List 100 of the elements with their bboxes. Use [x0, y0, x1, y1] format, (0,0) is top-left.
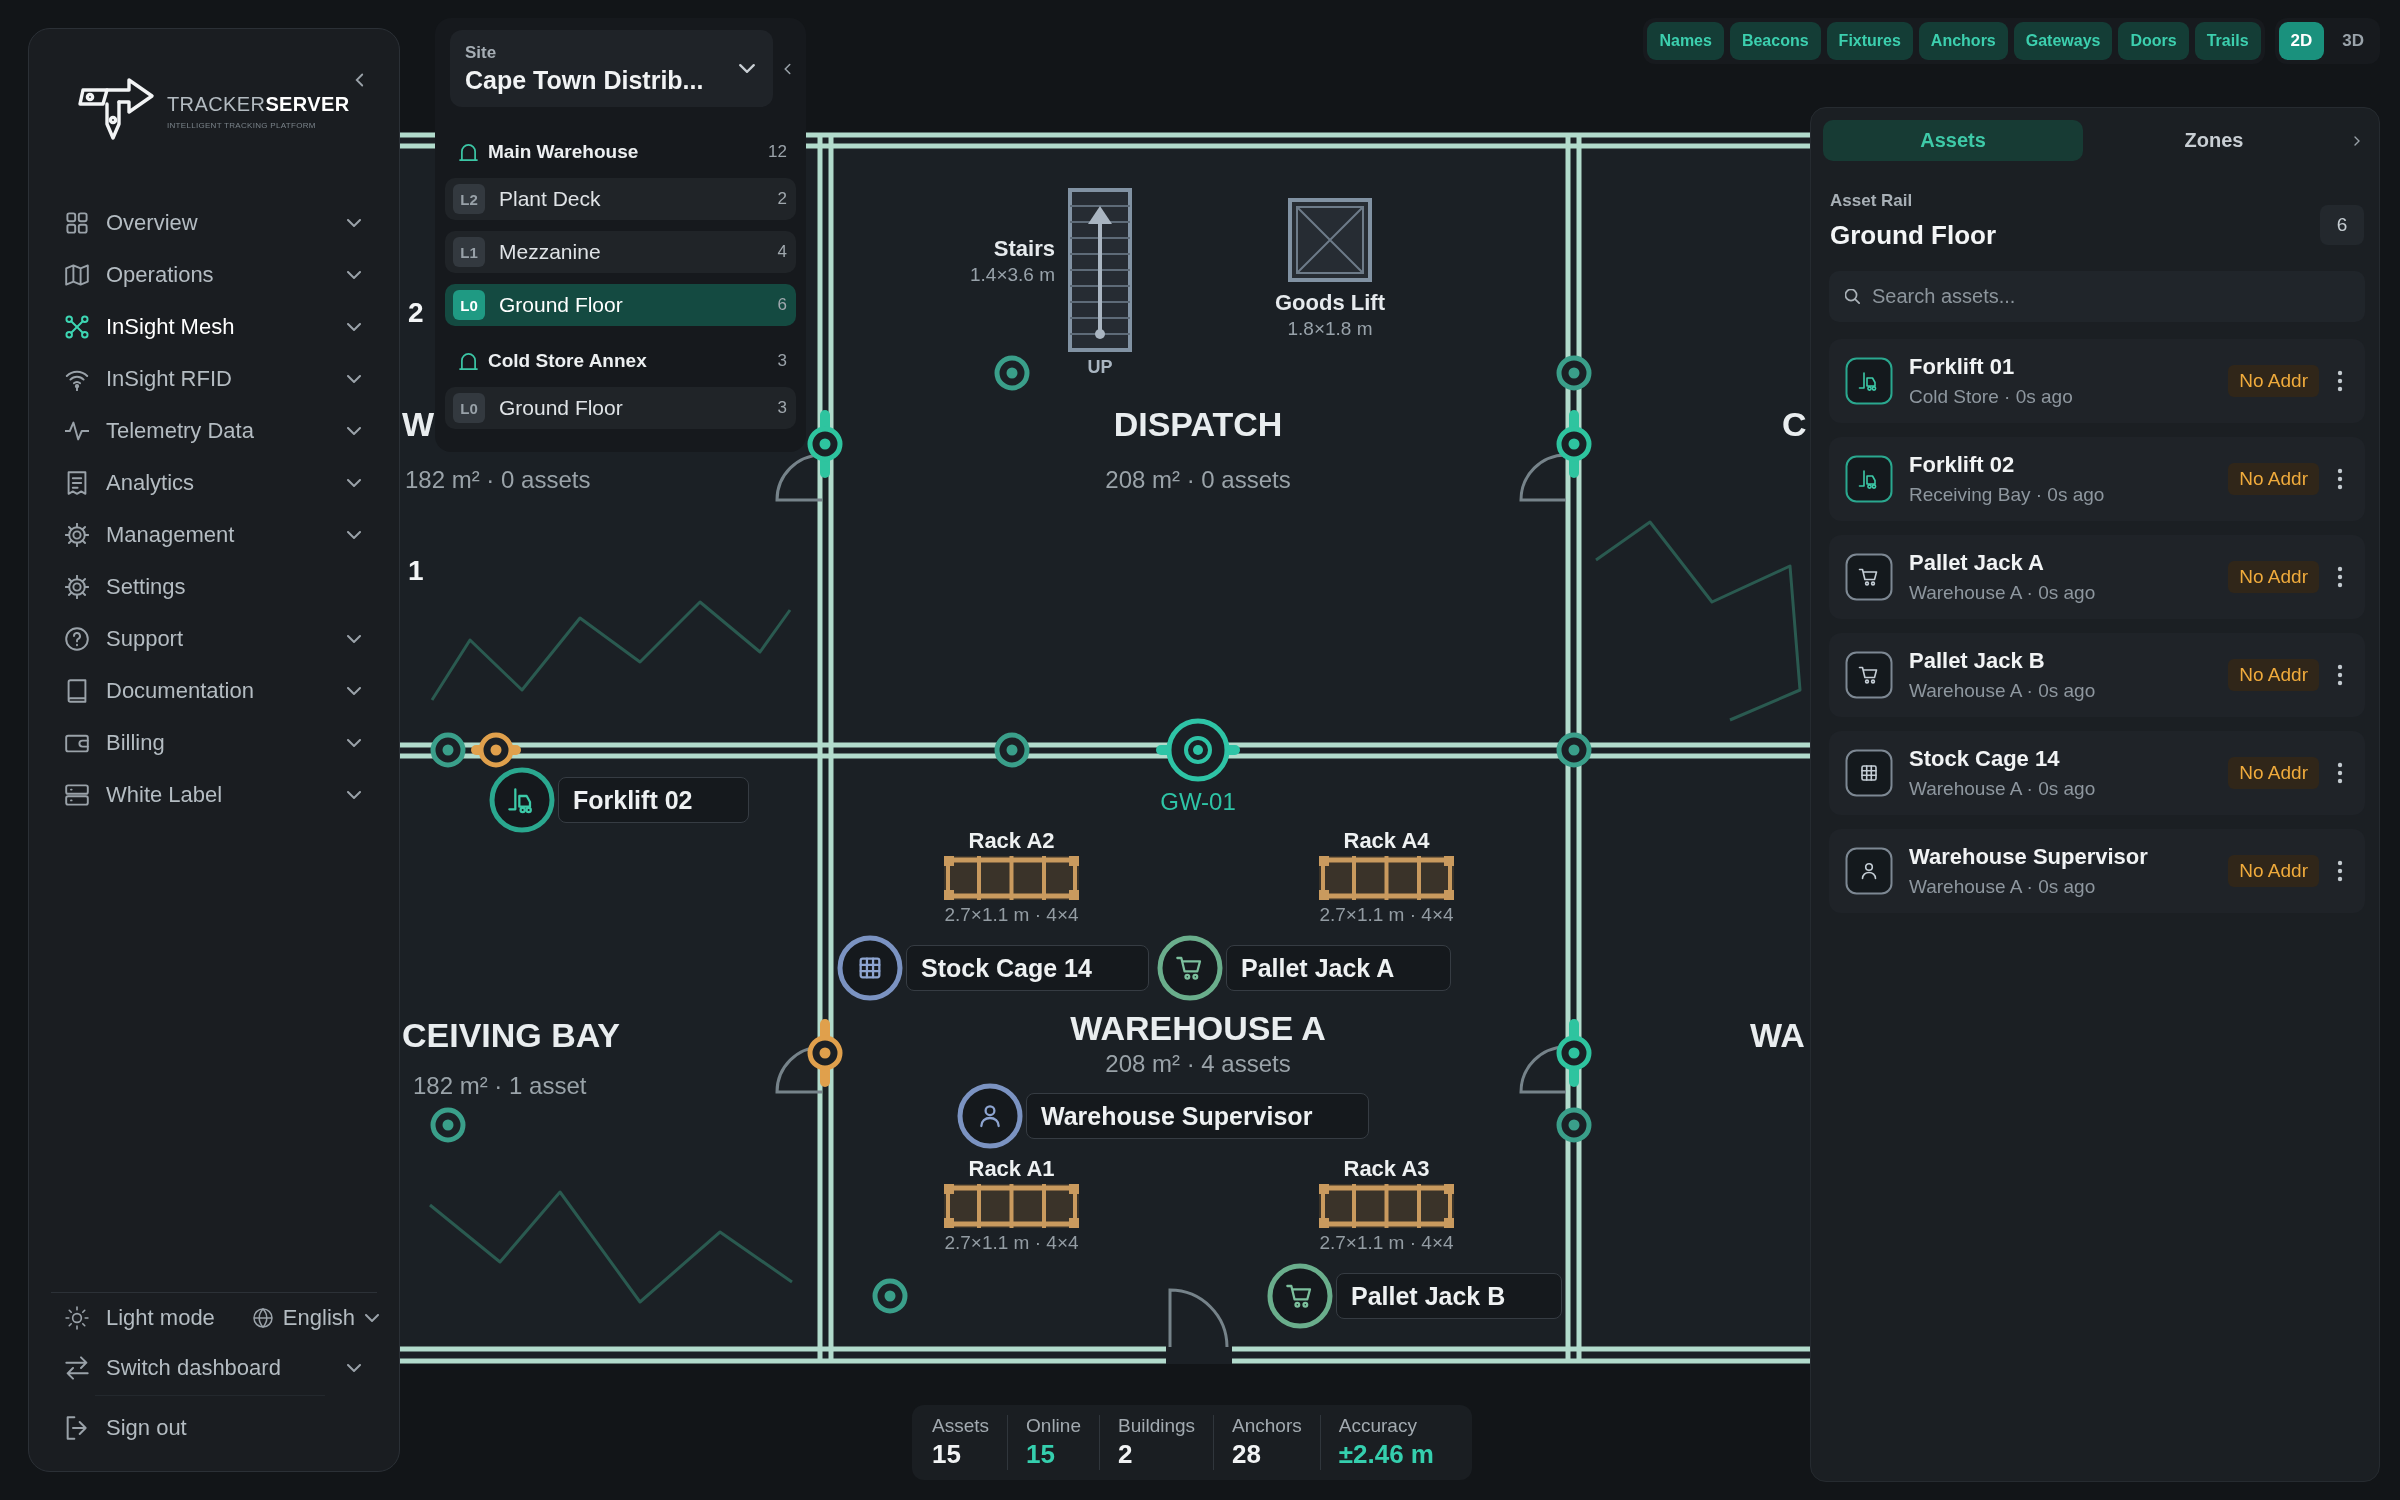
search-input[interactable]: Search assets...: [1872, 285, 2351, 308]
panel-tab[interactable]: Assets: [1823, 120, 2083, 161]
asset-list-item[interactable]: Warehouse Supervisor Warehouse A · 0s ago No Addr: [1829, 829, 2365, 913]
room-area: 182 m² · 0 assets: [405, 466, 591, 494]
room-name: DISPATCH: [1113, 404, 1283, 444]
floor-asset-count: 3: [777, 398, 787, 418]
status-badge: No Addr: [2228, 757, 2319, 789]
layer-toggle[interactable]: Anchors: [1918, 22, 2008, 60]
layer-toggle[interactable]: Fixtures: [1826, 22, 1913, 60]
floor-list-item[interactable]: L2 Plant Deck 2: [445, 178, 796, 220]
asset-name-tag: Stock Cage 14: [906, 945, 1149, 991]
asset-name-tag: Pallet Jack A: [1226, 945, 1452, 991]
more-options-icon[interactable]: [2337, 762, 2343, 784]
gear-icon: [65, 523, 89, 547]
theme-toggle[interactable]: Light mode: [65, 1293, 215, 1343]
fixture-size: 1.4×3.6 m: [969, 264, 1055, 286]
search-field[interactable]: Search assets...: [1829, 271, 2365, 322]
asset-location-time: Warehouse A · 0s ago: [1909, 680, 2097, 702]
forklift-icon: [1845, 357, 1893, 405]
site-dropdown[interactable]: Site Cape Town Distrib...: [450, 30, 773, 107]
panel-tab[interactable]: Zones: [2083, 120, 2345, 161]
asset-location-time: Warehouse A · 0s ago: [1909, 876, 2097, 898]
sidebar-nav-item[interactable]: InSight Mesh: [43, 301, 385, 353]
more-options-icon[interactable]: [2337, 468, 2343, 490]
room-name: W: [402, 404, 435, 444]
sidebar-nav-item[interactable]: Billing: [43, 717, 385, 769]
sidebar-nav-item[interactable]: Telemetry Data: [43, 405, 385, 457]
more-options-icon[interactable]: [2337, 664, 2343, 686]
layer-toggle[interactable]: Names: [1647, 22, 1724, 60]
asset-list-item[interactable]: Pallet Jack B Warehouse A · 0s ago No Addr: [1829, 633, 2365, 717]
zone-label: 1: [408, 554, 424, 588]
layer-toggle[interactable]: Trails: [2194, 22, 2261, 60]
building-icon: [459, 143, 478, 161]
gateway-icon: [1156, 718, 1240, 782]
asset-location-time: Cold Store · 0s ago: [1909, 386, 2074, 408]
sidebar-nav-item[interactable]: Overview: [43, 197, 385, 249]
asset-location-time: Warehouse A · 0s ago: [1909, 582, 2097, 604]
chevron-left-icon[interactable]: [783, 61, 792, 76]
sidebar-nav-item[interactable]: InSight RFID: [43, 353, 385, 405]
sidebar-nav-item[interactable]: Documentation: [43, 665, 385, 717]
more-options-icon[interactable]: [2337, 370, 2343, 392]
stat-value: 2: [1117, 1439, 1134, 1470]
asset-name: Forklift 01: [1909, 354, 2016, 380]
sidebar-nav-item[interactable]: Settings: [43, 561, 385, 613]
brand-name: TRACKERSERVER: [167, 93, 350, 116]
rack-name: Rack A1: [968, 1156, 1055, 1182]
cart-icon: [1845, 651, 1893, 699]
floor-list-item[interactable]: L1 Mezzanine 4: [445, 231, 796, 273]
status-badge: No Addr: [2228, 659, 2319, 691]
room-area: 182 m² · 1 asset: [413, 1072, 587, 1100]
sidebar-nav-item[interactable]: Analytics: [43, 457, 385, 509]
book-icon: [65, 679, 89, 703]
asset-location-time: Warehouse A · 0s ago: [1909, 778, 2097, 800]
language-selector[interactable]: English: [252, 1293, 385, 1343]
stat-label: Anchors: [1232, 1415, 1302, 1437]
room-name: CEIVING BAY: [402, 1015, 620, 1055]
asset-list-item[interactable]: Stock Cage 14 Warehouse A · 0s ago No Addr: [1829, 731, 2365, 815]
building-asset-count: 3: [777, 351, 787, 371]
door-swing-icon: [1168, 1288, 1229, 1348]
rack-size: 2.7×1.1 m · 4×4: [1319, 1232, 1454, 1254]
more-options-icon[interactable]: [2337, 566, 2343, 588]
floor-list-item[interactable]: L0 Ground Floor 6: [445, 284, 796, 326]
rack-name: Rack A4: [1343, 828, 1430, 854]
asset-name-tag: Pallet Jack B: [1336, 1273, 1563, 1319]
asset-list-item[interactable]: Pallet Jack A Warehouse A · 0s ago No Addr: [1829, 535, 2365, 619]
asset-name: Pallet Jack B: [1909, 648, 2046, 674]
stat-label: Accuracy: [1338, 1415, 1418, 1437]
asset-list-item[interactable]: Forklift 02 Receiving Bay · 0s ago No Addr: [1829, 437, 2365, 521]
server-icon: [65, 783, 89, 807]
more-options-icon[interactable]: [2337, 860, 2343, 882]
building-asset-count: 12: [768, 142, 787, 162]
view-mode-toggle[interactable]: 2D: [2278, 22, 2325, 60]
globe-icon: [252, 1308, 273, 1328]
floor-level-badge: L1: [453, 237, 485, 267]
layer-toggle[interactable]: Gateways: [2013, 22, 2113, 60]
stairs-direction-label: UP: [1087, 356, 1113, 378]
view-mode-toggle[interactable]: 3D: [2330, 22, 2376, 60]
fixture-name: Stairs: [993, 236, 1055, 262]
grid-icon: [65, 211, 89, 235]
floor-level-badge: L0: [453, 290, 485, 320]
sidebar-nav-item[interactable]: Support: [43, 613, 385, 665]
chevron-left-icon[interactable]: [354, 72, 365, 88]
room-area: 208 m² · 0 assets: [1105, 466, 1291, 494]
layer-toggle[interactable]: Doors: [2118, 22, 2189, 60]
help-icon: [65, 627, 89, 651]
asset-name: Pallet Jack A: [1909, 550, 2045, 576]
asset-list-item[interactable]: Forklift 01 Cold Store · 0s ago No Addr: [1829, 339, 2365, 423]
sign-out-button[interactable]: Sign out: [43, 1405, 385, 1451]
floor-asset-count: 2: [777, 189, 787, 209]
switch-dashboard-button[interactable]: Switch dashboard: [43, 1343, 385, 1393]
layer-toggle[interactable]: Beacons: [1729, 22, 1821, 60]
sidebar-nav-item[interactable]: White Label: [43, 769, 385, 821]
floor-list-item[interactable]: L0 Ground Floor 3: [445, 387, 796, 429]
sidebar-nav-item[interactable]: Management: [43, 509, 385, 561]
sidebar-nav-item[interactable]: Operations: [43, 249, 385, 301]
asset-count-badge: 6: [2320, 205, 2364, 245]
cart-icon: [1845, 553, 1893, 601]
rack-size: 2.7×1.1 m · 4×4: [944, 904, 1079, 926]
map-icon: [65, 263, 89, 287]
network-icon: [65, 315, 89, 339]
